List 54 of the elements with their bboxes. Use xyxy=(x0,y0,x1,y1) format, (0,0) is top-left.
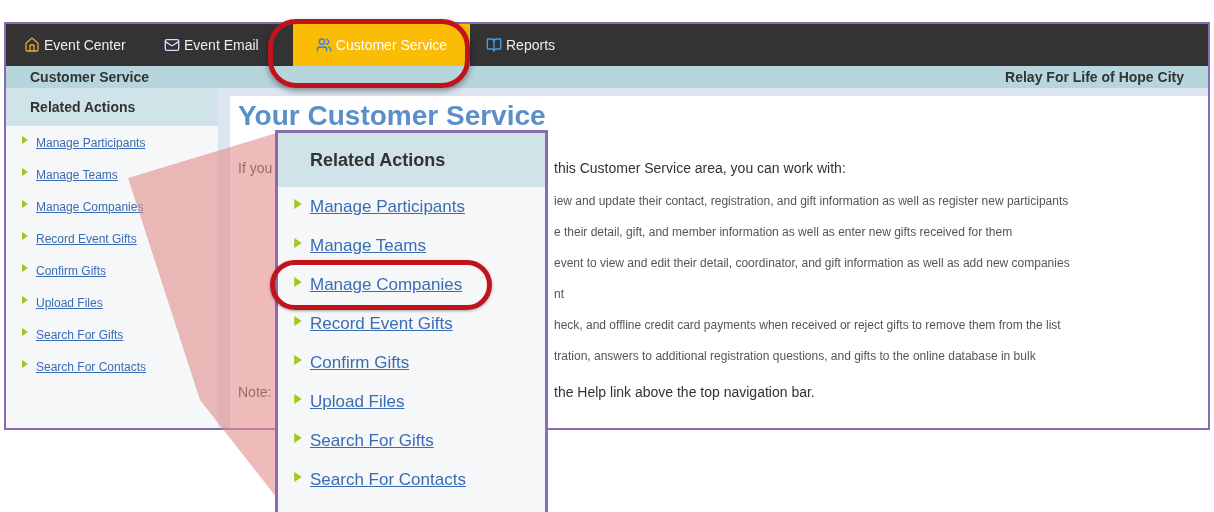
book-icon xyxy=(486,37,502,53)
description-text: heck, and offline credit card payments when received or reject gifts to remove them from the list xyxy=(554,317,1062,334)
triangle-bullet-icon xyxy=(22,360,28,368)
callout-link[interactable]: Manage Teams xyxy=(310,234,426,257)
triangle-bullet-icon xyxy=(22,296,28,304)
intro-text: this Customer Service area, you can work with: xyxy=(554,159,847,178)
sidebar-link[interactable]: Confirm Gifts xyxy=(36,262,106,280)
callout-link[interactable]: Search For Contacts xyxy=(310,468,466,491)
description-text: nt xyxy=(554,286,565,303)
people-icon xyxy=(315,37,332,53)
house-icon xyxy=(24,37,40,53)
sidebar-link[interactable]: Search For Gifts xyxy=(36,326,124,344)
sidebar-link[interactable]: Manage Teams xyxy=(36,166,118,184)
callout-link[interactable]: Confirm Gifts xyxy=(310,351,410,374)
sidebar-link[interactable]: Record Event Gifts xyxy=(36,230,137,248)
triangle-bullet-icon xyxy=(294,277,302,287)
triangle-bullet-icon xyxy=(294,238,302,248)
triangle-bullet-icon xyxy=(22,136,28,144)
callout-link[interactable]: Manage Participants xyxy=(310,195,465,218)
triangle-bullet-icon xyxy=(294,394,302,404)
triangle-bullet-icon xyxy=(22,168,28,176)
callout-link[interactable]: Upload Files xyxy=(310,390,405,413)
triangle-bullet-icon xyxy=(294,355,302,365)
triangle-bullet-icon xyxy=(22,232,28,240)
description-text: e their detail, gift, and member information as well as enter new gifts received for them xyxy=(554,224,1014,241)
sidebar-header: Related Actions xyxy=(6,88,218,126)
sidebar-link[interactable]: Manage Companies xyxy=(36,198,144,216)
sidebar-link[interactable]: Search For Contacts xyxy=(36,358,147,376)
description-text: event to view and edit their detail, coordinator, and gift information as well as add new companies xyxy=(554,255,1071,272)
page-heading: Your Customer Service xyxy=(238,100,547,132)
note-text: the Help link above the top navigation bar. xyxy=(554,383,816,402)
nav-tab[interactable]: Reports xyxy=(470,24,560,66)
section-title: Customer Service xyxy=(30,67,150,87)
callout-link[interactable]: Search For Gifts xyxy=(310,429,434,452)
note-label: Note: xyxy=(238,383,272,402)
sidebar-link[interactable]: Upload Files xyxy=(36,294,103,312)
description-text: iew and update their contact, registration, and gift information as well as register new participants xyxy=(554,193,1070,210)
triangle-bullet-icon xyxy=(294,472,302,482)
event-name: Relay For Life of Hope City xyxy=(1005,67,1184,87)
sidebar-link[interactable]: Manage Participants xyxy=(36,134,146,152)
callout-link[interactable]: Record Event Gifts xyxy=(310,312,453,335)
callout-header: Related Actions xyxy=(278,133,545,187)
triangle-bullet-icon xyxy=(22,328,28,336)
triangle-bullet-icon xyxy=(22,200,28,208)
envelope-icon xyxy=(164,37,180,53)
triangle-bullet-icon xyxy=(294,316,302,326)
nav-tab[interactable]: Event Center xyxy=(8,24,148,66)
triangle-bullet-icon xyxy=(294,433,302,443)
callout-link[interactable]: Manage Companies xyxy=(310,273,463,296)
triangle-bullet-icon xyxy=(294,199,302,209)
nav-tab[interactable]: Event Email xyxy=(148,24,293,66)
description-text: tration, answers to additional registration questions, and gifts to the online database in bulk xyxy=(554,348,1037,365)
triangle-bullet-icon xyxy=(22,264,28,272)
intro-text: If you xyxy=(238,159,273,178)
